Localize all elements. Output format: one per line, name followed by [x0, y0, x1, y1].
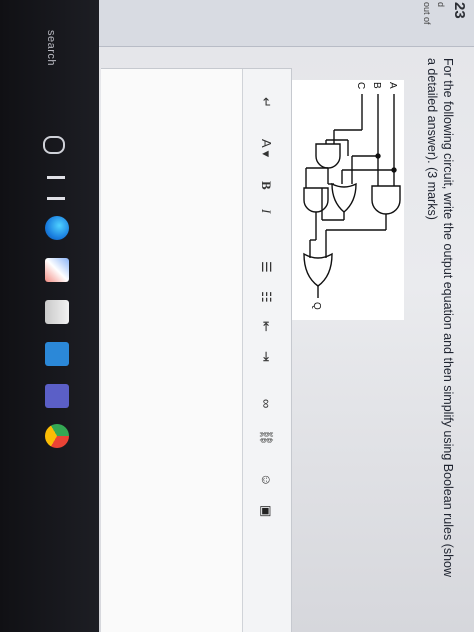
image-button[interactable]: ▣: [257, 505, 275, 517]
mic-icon[interactable]: [43, 136, 65, 154]
answer-editor[interactable]: ↵ A ▾ B I ☰ ☷ ⇤ ⇥ ∞ ⛓ ☺ ▣: [101, 68, 292, 632]
store-icon[interactable]: [45, 258, 69, 282]
bold-button[interactable]: B: [257, 181, 275, 190]
browser-screen: 23 d out of For the following circuit, w…: [99, 0, 474, 632]
question-line-2: a detailed answer). (3 marks): [425, 58, 439, 220]
outdent-button[interactable]: ⇤: [257, 321, 275, 332]
editor-toolbar: ↵ A ▾ B I ☰ ☷ ⇤ ⇥ ∞ ⛓ ☺ ▣: [242, 69, 291, 632]
paragraph-button[interactable]: ↵: [257, 97, 275, 108]
edge-icon[interactable]: [45, 216, 69, 240]
logic-circuit-svg: A B C Q: [303, 82, 401, 310]
chrome-icon[interactable]: [45, 424, 69, 448]
font-color-button[interactable]: A ▾: [257, 139, 275, 157]
input-a-label: A: [387, 82, 398, 89]
task-view-icon[interactable]: [47, 176, 65, 200]
question-points: out of: [422, 2, 432, 25]
input-b-label: B: [371, 82, 382, 89]
output-q-label: Q: [311, 302, 322, 310]
bullet-list-button[interactable]: ☰: [257, 261, 275, 273]
taskbar: search: [0, 0, 99, 632]
link-button[interactable]: ∞: [257, 399, 275, 408]
numbered-list-button[interactable]: ☷: [257, 291, 275, 303]
calendar-icon[interactable]: [45, 300, 69, 324]
teams-icon[interactable]: [45, 384, 69, 408]
emoji-button[interactable]: ☺: [257, 473, 275, 486]
question-text: For the following circuit, write the out…: [424, 58, 456, 618]
mail-icon[interactable]: [45, 342, 69, 366]
taskbar-search[interactable]: search: [45, 30, 57, 66]
rotated-photo: 23 d out of For the following circuit, w…: [0, 0, 474, 632]
question-info-panel: 23 d out of: [99, 0, 474, 47]
input-c-label: C: [355, 82, 366, 89]
circuit-diagram: A B C Q: [279, 80, 404, 320]
question-number: 23: [451, 2, 468, 19]
italic-button[interactable]: I: [257, 209, 275, 213]
unlink-button[interactable]: ⛓: [257, 429, 275, 446]
question-line-1: For the following circuit, write the out…: [441, 58, 455, 578]
indent-button[interactable]: ⇥: [257, 351, 275, 362]
question-status: d: [436, 2, 446, 8]
